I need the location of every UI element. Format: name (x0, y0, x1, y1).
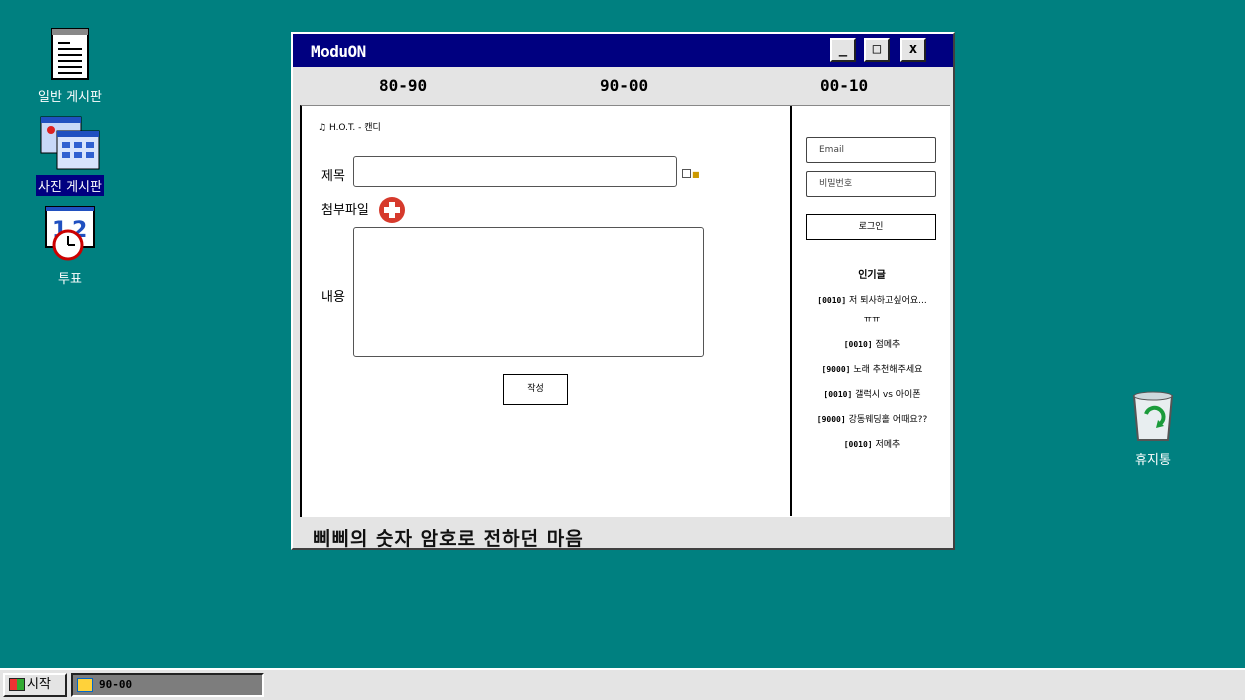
popular-post[interactable]: [0010] 저메추 (792, 437, 952, 450)
board-window: ModuON _ □ x 80-90 90-00 00-10 ♫ H.O.T. … (291, 32, 955, 550)
start-button[interactable]: 시작 (3, 673, 67, 697)
marquee-text: 삐삐의 숫자 암호로 전하던 마음 (313, 528, 584, 550)
taskbar-item-window[interactable]: 90-00 (71, 673, 264, 697)
content-panel: ♫ H.O.T. - 캔디 제목 ■ 첨부파일 내용 작성 Email 비밀번호… (300, 105, 950, 517)
desktop-icon-general-board[interactable]: 일반 게시판 (25, 25, 115, 106)
popular-posts: 인기글 [0010] 저 퇴사하고싶어요... ㅠㅠ [0010] 점메추 [9… (792, 266, 952, 462)
window-app-icon (77, 678, 93, 692)
password-field[interactable]: 비밀번호 (806, 171, 936, 197)
desktop-icon-vote[interactable]: 1 2 투표 (25, 205, 115, 288)
recycle-bin-icon (1132, 391, 1174, 441)
popular-post[interactable]: [0010] 저 퇴사하고싶어요... (792, 293, 952, 306)
taskbar-item-label: 90-00 (99, 678, 133, 691)
desktop-icon-label: 사진 게시판 (36, 175, 104, 196)
desktop-icon-recycle-bin[interactable]: 휴지통 (1108, 388, 1198, 469)
email-field[interactable]: Email (806, 137, 936, 163)
popular-post[interactable]: [0010] 점메추 (792, 337, 952, 350)
desktop-icon-label: 일반 게시판 (38, 90, 102, 105)
secret-checkbox[interactable] (682, 169, 691, 178)
taskbar: 시작 90-00 (0, 668, 1245, 700)
popular-post[interactable]: [9000] 강동웨딩홀 어때요?? (792, 412, 952, 425)
calendar-clock-icon: 1 2 (45, 206, 95, 261)
photo-windows-icon (40, 116, 100, 170)
music-note-icon: ♫ (318, 123, 327, 133)
lock-icon: ■ (692, 170, 700, 179)
start-label: 시작 (27, 677, 51, 692)
window-title: ModuON (311, 42, 366, 61)
tab-00-10[interactable]: 00-10 (820, 76, 868, 95)
minimize-button[interactable]: _ (830, 38, 856, 62)
popular-title: 인기글 (858, 270, 886, 281)
breadcrumb-text: H.O.T. - 캔디 (328, 123, 381, 133)
popular-post[interactable]: [9000] 노래 추천해주세요 (792, 362, 952, 375)
submit-button[interactable]: 작성 (503, 374, 568, 405)
popular-post[interactable]: [0010] 갤럭시 vs 아이폰 (792, 387, 952, 400)
windows-logo-icon (9, 678, 25, 691)
maximize-button[interactable]: □ (864, 38, 890, 62)
breadcrumb: ♫ H.O.T. - 캔디 (318, 120, 381, 133)
content-label: 내용 (321, 290, 345, 305)
content-textarea[interactable] (353, 227, 704, 357)
document-icon (51, 28, 89, 80)
desktop-icon-label: 투표 (58, 272, 82, 287)
popular-post[interactable]: ㅠㅠ (792, 312, 952, 325)
attachment-label: 첨부파일 (321, 203, 369, 218)
login-button[interactable]: 로그인 (806, 214, 936, 240)
add-attachment-button[interactable] (379, 197, 405, 223)
tab-90-00[interactable]: 90-00 (600, 76, 648, 95)
title-input[interactable] (353, 156, 677, 187)
era-tabs: 80-90 90-00 00-10 (293, 67, 953, 103)
title-label: 제목 (321, 169, 345, 184)
desktop-icon-label: 휴지통 (1135, 453, 1171, 468)
title-bar[interactable]: ModuON _ □ x (293, 34, 953, 67)
tab-80-90[interactable]: 80-90 (379, 76, 427, 95)
close-button[interactable]: x (900, 38, 926, 62)
desktop-icon-photo-board[interactable]: 사진 게시판 (25, 115, 115, 196)
